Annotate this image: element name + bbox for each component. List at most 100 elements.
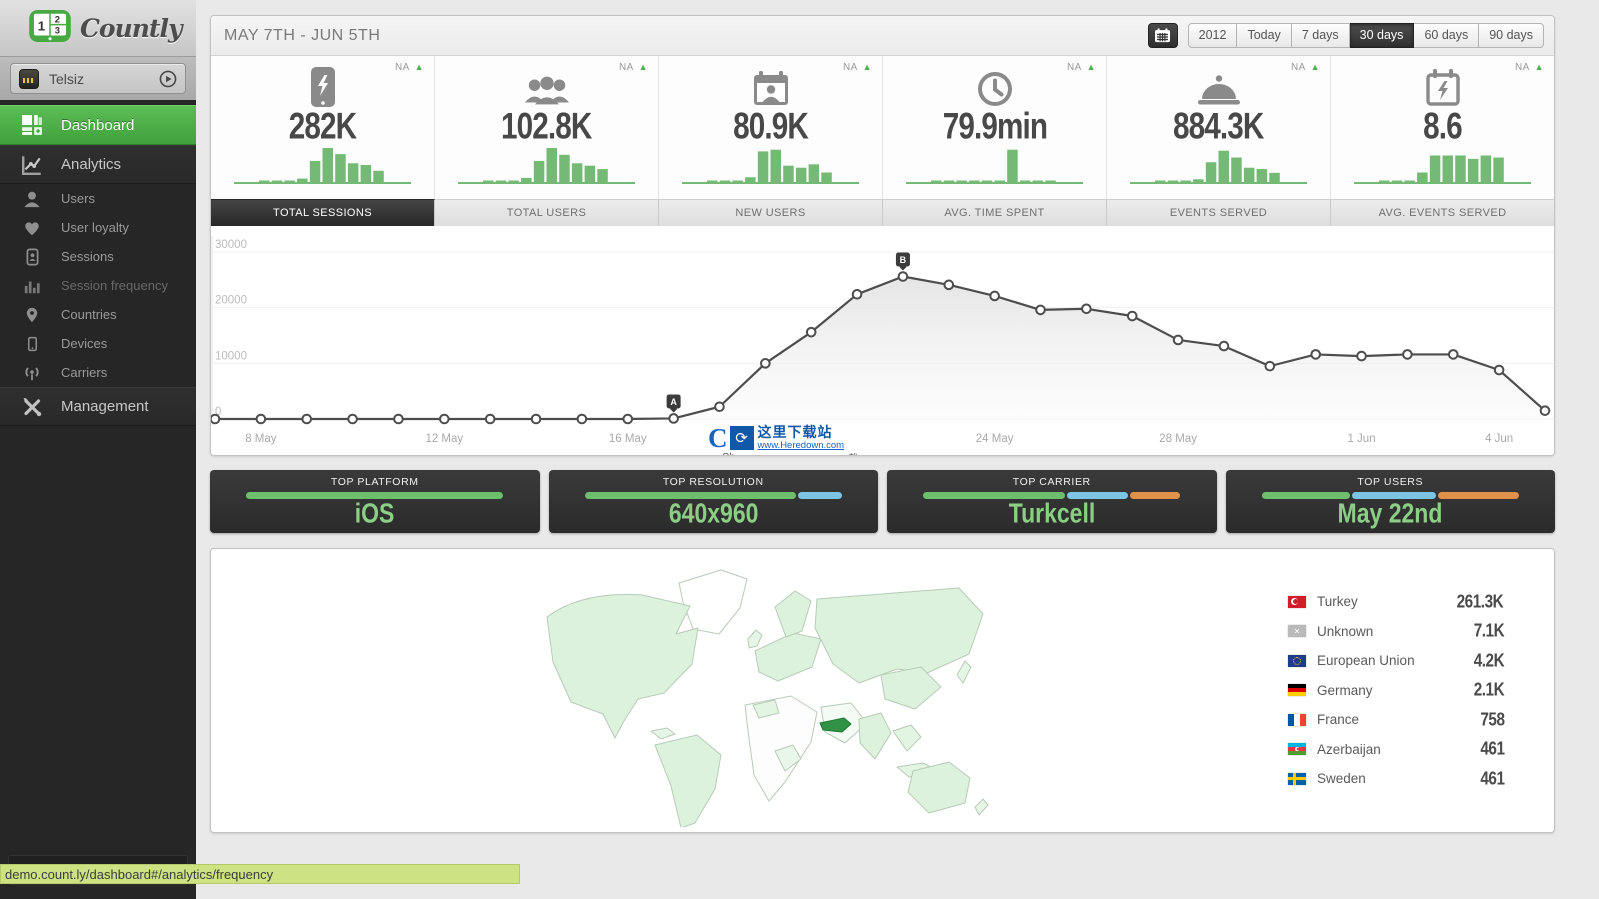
metric-card-avg-time-spent[interactable]: NA ▲ 79.9min [883, 56, 1107, 199]
sidebar-item-label: Devices [61, 336, 108, 351]
countly-logo-icon: 1 2 3 [28, 9, 72, 48]
flag-icon-tr [1288, 595, 1306, 608]
management-icon [17, 396, 47, 418]
app-selector-expand-icon[interactable] [159, 70, 177, 88]
date-range-title: MAY 7TH - JUN 5TH [224, 26, 381, 44]
user-icon [17, 190, 47, 208]
metric-value: 102.8K [501, 104, 592, 147]
country-name: Azerbaijan [1317, 741, 1381, 757]
logo-text: Countly [80, 13, 182, 43]
metric-card-events-served[interactable]: NA ▲ 884.3K [1107, 56, 1331, 199]
tab-total-sessions[interactable]: TOTAL SESSIONS [211, 199, 435, 226]
metric-card-total-sessions[interactable]: NA ▲ 282K [211, 56, 435, 199]
metric-sparkline [457, 148, 635, 184]
country-value: 461 [1480, 738, 1505, 760]
flag-icon-de [1288, 684, 1306, 697]
range-button-90-days[interactable]: 90 days [1479, 23, 1544, 48]
sidebar-item-users[interactable]: Users [0, 184, 196, 213]
sidebar-item-label: Session frequency [61, 278, 168, 293]
sidebar-item-carriers[interactable]: Carriers [0, 358, 196, 387]
sidebar-item-label: Countries [61, 307, 117, 322]
sidebar-item-label: Management [61, 398, 149, 415]
svg-text:1 Jun: 1 Jun [1347, 433, 1375, 445]
sidebar-item-analytics[interactable]: Analytics [0, 145, 196, 184]
svg-text:B: B [900, 255, 907, 265]
range-button-7-days[interactable]: 7 days [1291, 23, 1350, 48]
country-name: Turkey [1317, 594, 1358, 610]
watermark-fragment-right: 载 [848, 450, 858, 455]
range-button-2012[interactable]: 2012 [1187, 23, 1238, 48]
range-button-30-days[interactable]: 30 days [1349, 23, 1415, 48]
country-row-turkey: Turkey 261.3K [1288, 587, 1506, 617]
up-arrow-icon: ▲ [1534, 62, 1544, 72]
country-name: Germany [1317, 682, 1373, 698]
metric-sparkline [1353, 155, 1531, 184]
watermark-site-name: 这里下载站 [757, 424, 833, 440]
pin-icon [17, 306, 47, 324]
svg-text:2: 2 [55, 14, 60, 25]
watermark-letter: C [708, 423, 728, 453]
sidebar-item-label: User loyalty [61, 220, 129, 235]
app-selector-button[interactable]: Telsiz [10, 63, 186, 94]
country-row-unknown: Unknown 7.1K [1288, 617, 1506, 647]
tab-avg-events-served[interactable]: AVG. EVENTS SERVED [1331, 199, 1554, 226]
country-name: European Union [1317, 653, 1415, 669]
metric-value: 282K [288, 104, 357, 147]
country-row-sweden: Sweden 461 [1288, 764, 1506, 794]
sidebar-item-countries[interactable]: Countries [0, 300, 196, 329]
sidebar-menu: Dashboard Analytics Users User loyalty Sessi… [0, 105, 196, 426]
svg-text:16 May: 16 May [609, 433, 647, 445]
svg-text:A: A [670, 397, 677, 407]
up-arrow-icon: ▲ [1310, 62, 1320, 72]
tab-avg-time-spent[interactable]: AVG. TIME SPENT [883, 199, 1107, 226]
sidebar-item-label: Analytics [61, 156, 122, 173]
metric-card-avg-events-served[interactable]: NA ▲ 8.6 [1331, 56, 1554, 199]
sidebar-item-management[interactable]: Management [0, 387, 196, 426]
metric-value: 884.3K [1173, 104, 1264, 147]
metric-card-total-users[interactable]: NA ▲ 102.8K [435, 56, 659, 199]
tile-top-resolution[interactable]: TOP RESOLUTION 640x960 [548, 470, 878, 533]
tile-value: Turkcell [1008, 498, 1096, 530]
carrier-icon [17, 364, 47, 382]
sidebar-item-devices[interactable]: Devices [0, 329, 196, 358]
country-name: Unknown [1317, 623, 1374, 639]
tile-top-users[interactable]: TOP USERS May 22nd [1225, 470, 1555, 533]
tab-new-users[interactable]: NEW USERS [659, 199, 883, 226]
tab-events-served[interactable]: EVENTS SERVED [1107, 199, 1331, 226]
sidebar-item-user-loyalty[interactable]: User loyalty [0, 213, 196, 242]
tab-total-users[interactable]: TOTAL USERS [435, 199, 659, 226]
calendar-user-icon [751, 64, 791, 108]
chart-annotation-A: A [666, 394, 681, 413]
metric-sparkline [1129, 150, 1307, 184]
sidebar-item-label: Carriers [61, 365, 108, 380]
range-button-today[interactable]: Today [1237, 23, 1292, 48]
sidebar-item-dashboard[interactable]: Dashboard [0, 105, 196, 145]
tile-value: 640x960 [668, 498, 759, 530]
chart-annotation-B: B [895, 252, 910, 271]
world-map[interactable] [529, 555, 989, 832]
sidebar-item-session-frequency[interactable]: Session frequency [0, 271, 196, 300]
metric-value: 80.9K [733, 104, 809, 147]
sidebar-item-sessions[interactable]: Sessions [0, 242, 196, 271]
flag-icon-fr [1288, 713, 1306, 726]
calendar-button[interactable] [1147, 23, 1178, 48]
up-arrow-icon: ▲ [862, 62, 872, 72]
tile-top-carrier[interactable]: TOP CARRIER Turkcell [887, 470, 1217, 533]
people-icon [524, 64, 570, 108]
main-content: MAY 7TH - JUN 5TH 2012 Today 7 days 30 d… [196, 0, 1599, 899]
analytics-icon [17, 154, 47, 176]
flag-icon-az [1288, 743, 1306, 756]
country-value: 461 [1480, 767, 1505, 789]
countly-logo[interactable]: 1 2 3 Countly [0, 0, 196, 57]
country-value: 758 [1480, 708, 1505, 730]
app-selector: Telsiz [0, 57, 196, 100]
date-range-buttons: 2012 Today 7 days 30 days 60 days 90 days [1187, 23, 1544, 48]
sessions-icon [17, 248, 47, 266]
tile-top-platform[interactable]: TOP PLATFORM iOS [210, 470, 540, 533]
sessions-line-chart[interactable]: 0100002000030000AB8 May12 May16 May20 Ma… [211, 226, 1554, 455]
svg-text:3: 3 [55, 25, 60, 36]
metric-card-new-users[interactable]: NA ▲ 80.9K [659, 56, 883, 199]
tile-title: TOP CARRIER [1012, 476, 1091, 488]
range-button-60-days[interactable]: 60 days [1414, 23, 1480, 48]
status-bar-url: demo.count.ly/dashboard#/analytics/frequ… [5, 866, 274, 882]
